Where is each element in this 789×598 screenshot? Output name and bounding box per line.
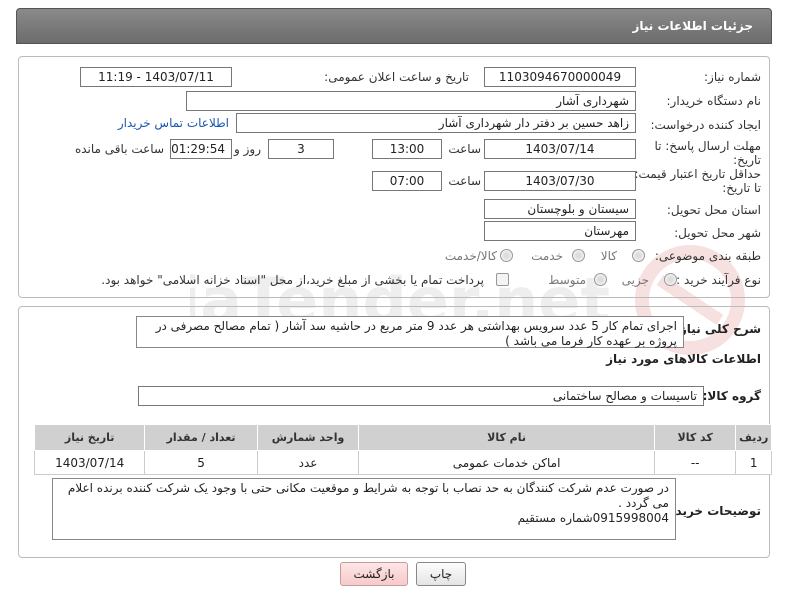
announce-field[interactable]: 1403/07/11 - 11:19 <box>80 67 232 87</box>
deadline-time-field[interactable]: 13:00 <box>372 139 442 159</box>
goods-table: ردیف کد کالا نام کالا واحد شمارش تعداد /… <box>33 424 772 475</box>
category-radio-goods[interactable] <box>632 249 645 262</box>
buyer-notes-field[interactable]: در صورت عدم شرکت کنندگان به حد نصاب با ت… <box>52 478 676 540</box>
buyer-notes-line1: در صورت عدم شرکت کنندگان به حد نصاب با ت… <box>67 481 669 510</box>
process-label: نوع فرآیند خرید : <box>676 273 761 287</box>
table-row[interactable]: 1 -- اماکن خدمات عمومی عدد 5 1403/07/14 <box>33 450 772 475</box>
page-header: جزئیات اطلاعات نیاز <box>16 8 772 44</box>
process-option-medium: متوسط <box>548 273 586 287</box>
process-radio-medium[interactable] <box>594 273 607 286</box>
deadline-time-label: ساعت <box>448 142 481 156</box>
category-option-service: خدمت <box>531 249 563 263</box>
cell-name: اماکن خدمات عمومی <box>358 450 655 475</box>
treasury-payment-note: پرداخت تمام یا بخشی از مبلغ خرید،از محل … <box>101 273 484 287</box>
days-label: روز و <box>234 142 261 156</box>
need-number-label: شماره نیاز: <box>704 70 761 84</box>
process-radio-minor[interactable] <box>664 273 677 286</box>
validity-time-field[interactable]: 07:00 <box>372 171 442 191</box>
col-date: تاریخ نیاز <box>33 424 146 451</box>
cell-unit: عدد <box>256 450 360 475</box>
category-option-goods: کالا <box>600 249 617 263</box>
col-unit: واحد شمارش <box>256 424 360 451</box>
category-option-goods-service: کالا/خدمت <box>444 249 497 263</box>
city-field[interactable]: مهرستان <box>484 221 636 241</box>
province-field[interactable]: سیستان و بلوچستان <box>484 199 636 219</box>
contact-info-link[interactable]: اطلاعات تماس خریدار <box>118 116 229 130</box>
goods-section-title: اطلاعات کالاهای مورد نیاز <box>606 352 761 366</box>
col-qty: تعداد / مقدار <box>144 424 258 451</box>
col-name: نام کالا <box>358 424 655 451</box>
description-field[interactable]: اجرای تمام کار 5 عدد سرویس بهداشتی هر عد… <box>136 316 684 348</box>
print-button[interactable]: چاپ <box>416 562 466 586</box>
deadline-label: مهلت ارسال پاسخ: تا تاریخ: <box>654 139 761 167</box>
treasury-payment-checkbox[interactable] <box>496 273 509 286</box>
category-radio-goods-service[interactable] <box>500 249 513 262</box>
category-label: طبقه بندی موضوعی: <box>654 249 761 263</box>
goods-group-field[interactable]: تاسیسات و مصالح ساختمانی <box>138 386 704 406</box>
province-label: استان محل تحویل: <box>666 203 761 217</box>
announce-label: تاریخ و ساعت اعلان عمومی: <box>324 70 469 84</box>
cell-qty: 5 <box>144 450 258 475</box>
description-label: شرح کلی نیاز: <box>675 322 761 336</box>
remaining-label: ساعت باقی مانده <box>74 142 164 156</box>
buyer-org-label: نام دستگاه خریدار: <box>666 94 762 108</box>
buyer-notes-line2: 0915998004شماره مستقیم <box>517 511 669 525</box>
cell-row: 1 <box>735 450 772 475</box>
col-row: ردیف <box>735 424 772 451</box>
validity-label: حداقل تاریخ اعتبار قیمت: تا تاریخ: <box>634 167 761 195</box>
creator-label: ایجاد کننده درخواست: <box>650 118 761 132</box>
process-option-minor: جزیی <box>621 273 649 287</box>
creator-field[interactable]: زاهد حسین بر دفتر دار شهرداری آشار <box>236 113 636 133</box>
goods-group-label: گروه کالا: <box>702 389 761 403</box>
validity-date-field[interactable]: 1403/07/30 <box>484 171 636 191</box>
remaining-time-field[interactable]: 01:29:54 <box>170 139 232 159</box>
days-field[interactable]: 3 <box>268 139 334 159</box>
page-title: جزئیات اطلاعات نیاز <box>632 19 753 33</box>
validity-time-label: ساعت <box>448 174 481 188</box>
category-radio-service[interactable] <box>572 249 585 262</box>
col-code: کد کالا <box>653 424 737 451</box>
cell-code: -- <box>653 450 737 475</box>
cell-date: 1403/07/14 <box>33 450 146 475</box>
back-button[interactable]: بازگشت <box>340 562 408 586</box>
buyer-org-field[interactable]: شهرداری آشار <box>186 91 636 111</box>
deadline-date-field[interactable]: 1403/07/14 <box>484 139 636 159</box>
need-number-field[interactable]: 1103094670000049 <box>484 67 636 87</box>
city-label: شهر محل تحویل: <box>674 226 761 240</box>
